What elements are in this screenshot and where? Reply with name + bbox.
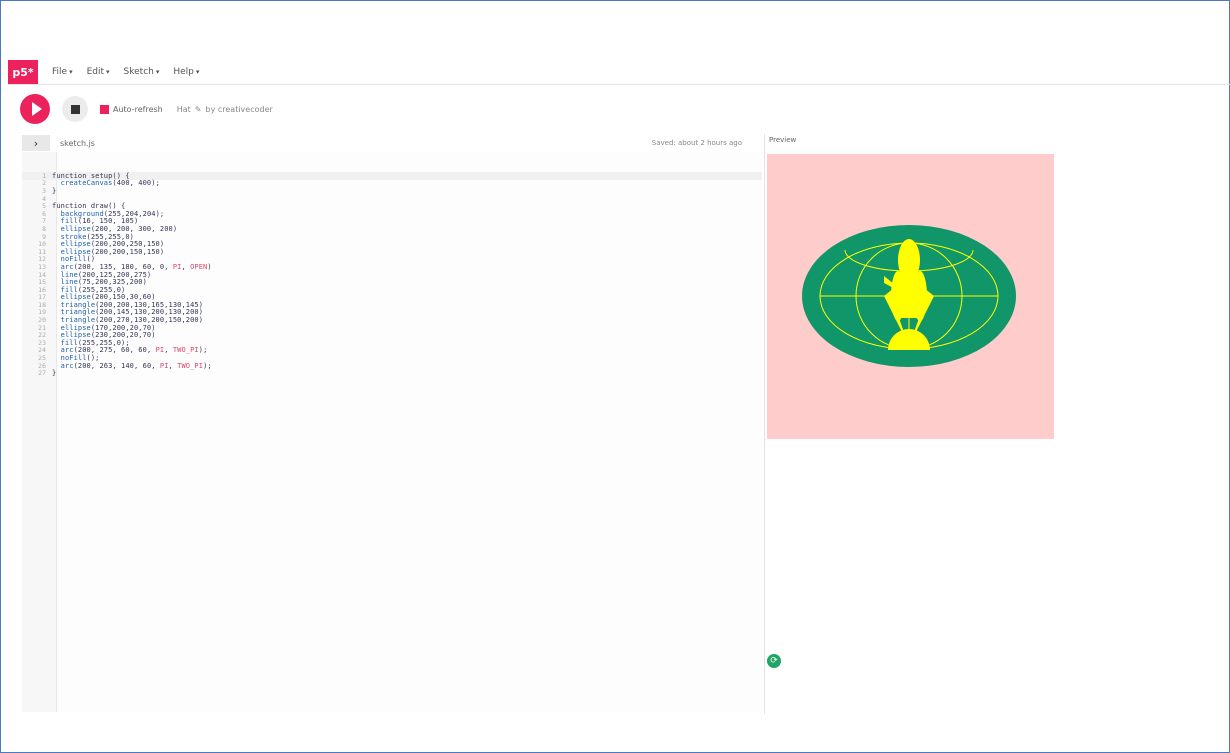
play-button[interactable]: [20, 94, 50, 124]
code-line[interactable]: 24 arc(200, 275, 60, 60, PI, TWO_PI);: [22, 346, 762, 354]
expand-sidebar-button[interactable]: ›: [22, 135, 50, 151]
code-line[interactable]: 11 ellipse(200,200,150,150): [22, 248, 762, 256]
menu-file-label: File: [52, 67, 68, 77]
auto-refresh-toggle[interactable]: Auto-refresh: [100, 104, 163, 114]
code-text: }: [52, 186, 57, 195]
code-line[interactable]: 27}: [22, 369, 762, 377]
editor-header: › sketch.js Saved: about 2 hours ago: [22, 134, 762, 153]
code-text: }: [52, 369, 57, 378]
pane-divider[interactable]: [764, 134, 765, 714]
sketch-name[interactable]: Hat: [177, 105, 191, 114]
line-number: 27: [38, 369, 46, 378]
file-name: sketch.js: [60, 138, 95, 148]
chevron-down-icon: ▾: [69, 68, 73, 76]
chevron-down-icon: ▾: [106, 68, 110, 76]
code-text: arc(200, 263, 140, 60, PI, TWO_PI);: [60, 361, 212, 370]
pencil-icon[interactable]: ✎: [195, 105, 202, 114]
chevron-down-icon: ▾: [155, 68, 160, 76]
p5-logo[interactable]: p5*: [8, 60, 38, 84]
menu-sketch[interactable]: Sketch ▾: [124, 67, 160, 77]
menu-edit[interactable]: Edit ▾: [87, 67, 110, 77]
auto-refresh-checkbox[interactable]: [100, 104, 109, 114]
code-text: createCanvas(400, 400);: [60, 179, 160, 188]
menu-help[interactable]: Help ▾: [173, 67, 199, 77]
console-status-icon[interactable]: ⟳: [767, 654, 781, 668]
stop-icon: [70, 104, 80, 114]
chevron-right-icon: ›: [33, 136, 39, 150]
play-icon: [31, 102, 42, 116]
sketch-author[interactable]: by creativecoder: [206, 105, 273, 114]
saved-status: Saved: about 2 hours ago: [651, 139, 742, 147]
toolbar: Auto-refresh Hat ✎ by creativecoder: [8, 92, 1230, 126]
stop-button[interactable]: [62, 96, 88, 122]
preview-label: Preview: [769, 136, 797, 144]
menu-sketch-label: Sketch: [123, 67, 154, 77]
preview-canvas[interactable]: [767, 154, 1054, 439]
code-line[interactable]: 3}: [22, 187, 762, 195]
code-line[interactable]: 15 line(75,200,325,200): [22, 278, 762, 286]
menu-help-label: Help: [173, 67, 194, 77]
menu-edit-label: Edit: [86, 67, 105, 77]
code-lines[interactable]: 1 function setup() {2 createCanvas(400, 4…: [22, 172, 762, 377]
code-editor[interactable]: 1 function setup() {2 createCanvas(400, 4…: [22, 152, 781, 712]
code-line[interactable]: 22 ellipse(230,200,20,70): [22, 331, 762, 339]
menu-bar: p5* File ▾ Edit ▾ Sketch ▾ Help ▾: [8, 60, 1230, 85]
menu-file[interactable]: File ▾: [52, 67, 73, 77]
code-line[interactable]: 4: [22, 195, 762, 203]
chevron-down-icon: ▾: [195, 68, 200, 76]
code-line[interactable]: 2 createCanvas(400, 400);: [22, 179, 762, 188]
auto-refresh-label: Auto-refresh: [113, 104, 163, 114]
code-line[interactable]: 26 arc(200, 263, 140, 60, PI, TWO_PI);: [22, 362, 762, 370]
